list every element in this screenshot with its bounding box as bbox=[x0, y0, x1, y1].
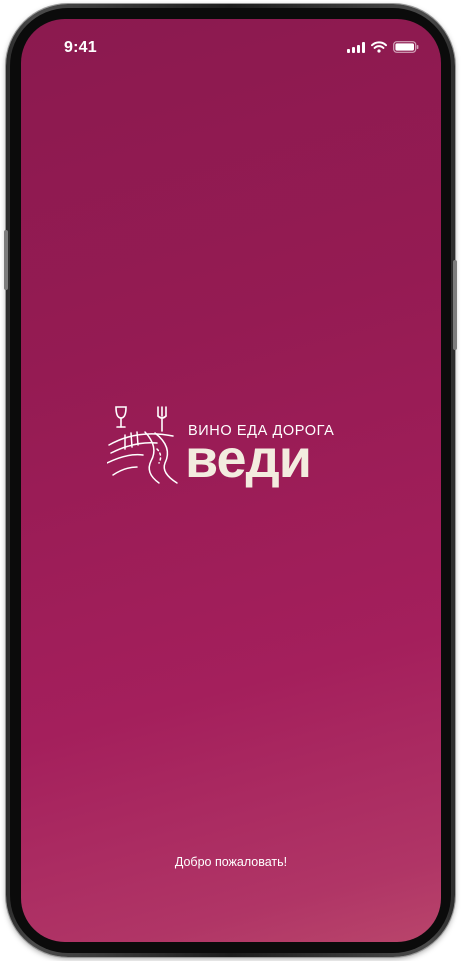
wifi-icon bbox=[371, 41, 387, 53]
signal-icon bbox=[347, 41, 365, 53]
status-time: 9:41 bbox=[64, 39, 97, 56]
status-bar: 9:41 bbox=[21, 19, 441, 69]
fork-icon bbox=[157, 406, 167, 432]
logo-wordmark: веди bbox=[185, 429, 312, 489]
battery-icon bbox=[393, 41, 419, 53]
status-icons bbox=[347, 41, 419, 53]
wine-glass-icon bbox=[115, 406, 127, 428]
app-logo: ВИНО ЕДА ДОРОГА веди bbox=[107, 403, 357, 489]
welcome-text: Добро пожаловать! bbox=[174, 855, 288, 869]
side-button-right bbox=[453, 260, 457, 350]
road-icon bbox=[107, 431, 178, 484]
logo-emblem bbox=[107, 406, 178, 484]
side-button-left bbox=[4, 230, 8, 290]
splash-screen: 9:41 ВИНО ЕДА ДОРОГА веди Добро пожалова… bbox=[21, 19, 441, 942]
